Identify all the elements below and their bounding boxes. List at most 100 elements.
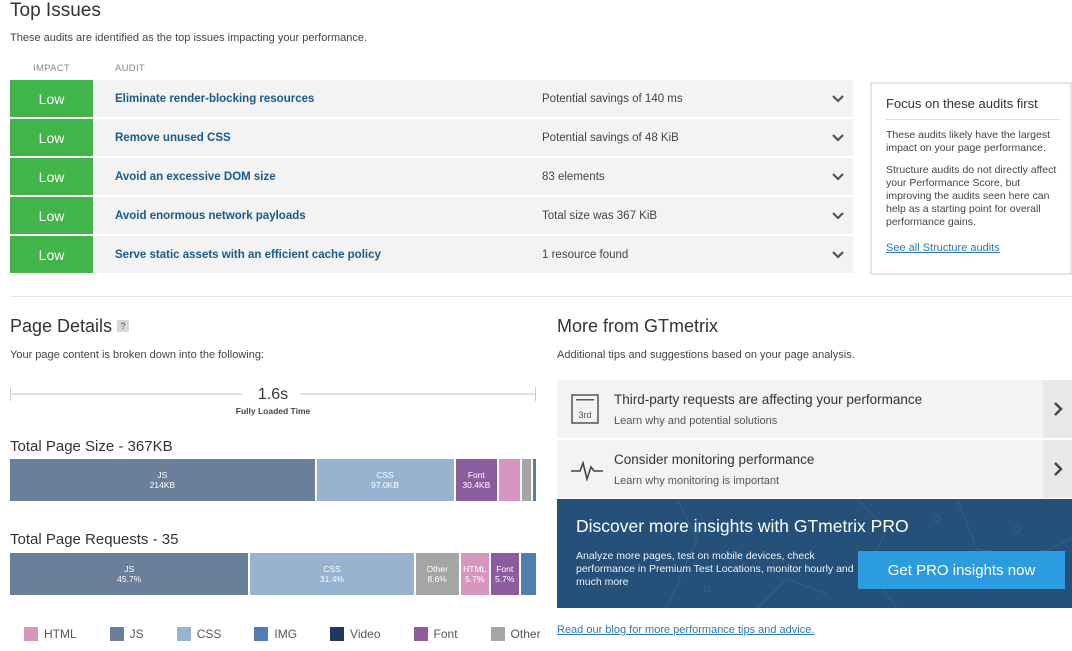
third-party-icon: 3rd [571, 394, 599, 424]
legend-swatch [24, 627, 38, 641]
section-divider [10, 296, 1072, 297]
page-requests-title: Total Page Requests - 35 [10, 531, 179, 548]
audit-row[interactable]: Low Eliminate render-blocking resources Po… [10, 80, 853, 117]
bar-segment-img [520, 553, 536, 595]
tip-third-party-requests[interactable]: 3rd Third-party requests are affecting y… [557, 380, 1072, 438]
impact-badge: Low [10, 80, 93, 117]
bar-segment-other: Other 8.6% [415, 553, 461, 595]
page-size-title: Total Page Size - 367KB [10, 438, 173, 455]
impact-badge: Low [10, 158, 93, 195]
blog-link[interactable]: Read our blog for more performance tips … [557, 624, 814, 636]
bar-segment-html [499, 459, 523, 501]
chevron-right-icon[interactable] [1043, 440, 1072, 498]
content-type-legend: HTML JS CSS IMG Video Font Other [24, 627, 574, 641]
legend-item: HTML [24, 627, 77, 641]
audit-detail: 83 elements [542, 170, 605, 183]
audit-detail: Potential savings of 48 KiB [542, 131, 679, 144]
bar-segment-html: HTML 5.7% [460, 553, 491, 595]
segment-label: JS [157, 470, 168, 480]
audit-row[interactable]: Low Avoid an excessive DOM size 83 element… [10, 158, 853, 195]
bar-segment-font: Font 5.7% [490, 553, 521, 595]
tip-title: Third-party requests are affecting your … [614, 392, 923, 407]
audit-detail: Potential savings of 140 ms [542, 92, 683, 105]
see-all-structure-audits-link[interactable]: See all Structure audits [886, 242, 1000, 254]
segment-label: CSS [323, 564, 341, 574]
legend-label: IMG [274, 627, 298, 641]
legend-label: Other [510, 627, 541, 641]
audit-name: Remove unused CSS [115, 131, 231, 144]
segment-value: 5.7% [465, 574, 485, 584]
third-party-icon-text: 3rd [578, 410, 591, 420]
bar-segment-other [522, 459, 533, 501]
bar-segment-css: CSS 97.0KB [316, 459, 456, 501]
pro-promo-banner: Discover more insights with GTmetrix PRO… [557, 499, 1072, 608]
segment-value: 214KB [149, 480, 176, 490]
segment-value: 31.4% [319, 574, 344, 584]
legend-item: JS [109, 627, 144, 641]
get-pro-insights-button[interactable]: Get PRO insights now [858, 551, 1065, 589]
legend-item: Font [413, 627, 458, 641]
legend-label: JS [129, 627, 144, 641]
audit-row[interactable]: Low Remove unused CSS Potential savings of… [10, 119, 853, 156]
pro-promo-text: Analyze more pages, test on mobile devic… [576, 550, 854, 588]
page-details-title-text: Page Details [10, 316, 113, 336]
chevron-right-icon[interactable] [1043, 380, 1072, 438]
legend-item: IMG [254, 627, 297, 641]
audit-name: Serve static assets with an efficient ca… [115, 248, 381, 261]
segment-label: Font [467, 470, 485, 480]
legend-item: CSS [176, 627, 221, 641]
pro-promo-title: Discover more insights with GTmetrix PRO [576, 516, 909, 536]
legend-item: Other [490, 627, 541, 641]
audit-detail: Total size was 367 KiB [542, 209, 658, 222]
tip-subtitle: Learn why monitoring is important [614, 475, 780, 487]
bar-segment-font: Font 30.4KB [455, 459, 500, 501]
chevron-down-icon[interactable] [830, 80, 846, 117]
bar-segment-img [532, 459, 536, 501]
tip-monitoring-performance[interactable]: Consider monitoring performance Learn wh… [557, 440, 1072, 498]
segment-value: 8.6% [427, 574, 447, 584]
focus-box-title: Focus on these audits first [886, 96, 1060, 120]
segment-label: Other [426, 564, 448, 574]
segment-label: JS [124, 564, 135, 574]
focus-box: Focus on these audits first These audits… [870, 82, 1072, 275]
more-from-gtmetrix-title: More from GTmetrix [557, 316, 719, 336]
audit-name: Avoid an excessive DOM size [115, 170, 276, 183]
focus-box-text: Structure audits do not directly affect … [886, 164, 1057, 228]
chevron-down-icon[interactable] [830, 236, 846, 273]
legend-item: Video [330, 627, 381, 641]
tip-title: Consider monitoring performance [614, 452, 815, 467]
segment-value: 97.0KB [371, 480, 400, 490]
fully-loaded-timeline: 1.6s [10, 383, 536, 403]
top-issues-title: Top Issues [10, 0, 101, 21]
page-requests-bar: JS 45.7% CSS 31.4% Other 8.6% HTML 5.7% Font 5.7% [10, 553, 536, 595]
segment-value: 45.7% [117, 574, 142, 584]
impact-column-header: IMPACT [33, 63, 70, 74]
chevron-down-icon[interactable] [830, 197, 846, 234]
bar-segment-css: CSS 31.4% [250, 553, 416, 595]
legend-swatch [413, 627, 428, 641]
chevron-down-icon[interactable] [830, 119, 846, 156]
legend-label: Font [433, 627, 458, 641]
help-icon[interactable]: ? [117, 320, 130, 332]
top-issues-subtitle: These audits are identified as the top i… [10, 32, 368, 44]
audit-name: Eliminate render-blocking resources [115, 92, 315, 105]
segment-label: CSS [376, 470, 394, 480]
impact-badge: Low [10, 236, 93, 273]
more-subtitle: Additional tips and suggestions based on… [557, 349, 855, 361]
focus-box-text: These audits likely have the largest imp… [886, 129, 1051, 154]
fully-loaded-label: Fully Loaded Time [235, 406, 311, 416]
audit-column-header: AUDIT [115, 63, 145, 74]
audit-row[interactable]: Low Avoid enormous network payloads Total … [10, 197, 853, 234]
bar-segment-js: JS 45.7% [10, 553, 251, 595]
legend-swatch [330, 627, 345, 641]
page-size-bar: JS 214KB CSS 97.0KB Font 30.4KB [10, 459, 536, 501]
audit-row[interactable]: Low Serve static assets with an efficient… [10, 236, 853, 273]
legend-swatch [109, 627, 124, 641]
fully-loaded-value: 1.6s [257, 386, 289, 403]
chevron-down-icon[interactable] [830, 158, 846, 195]
page-details-subtitle: Your page content is broken down into th… [10, 349, 264, 361]
legend-swatch [490, 627, 505, 641]
bar-segment-js: JS 214KB [10, 459, 317, 501]
segment-label: Font [496, 564, 514, 574]
legend-label: HTML [44, 627, 77, 641]
